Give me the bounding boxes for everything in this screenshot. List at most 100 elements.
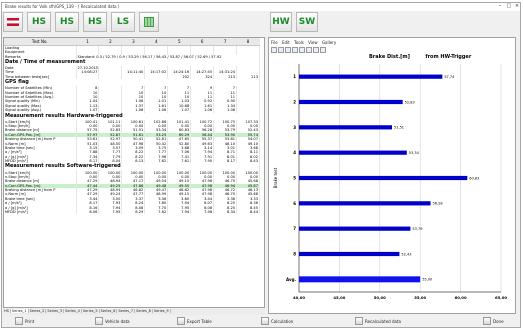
table-cell: 7.95: [98, 209, 123, 215]
x-tick-label: 45,00: [333, 295, 345, 300]
sheet-tab[interactable]: Series_3: [46, 309, 65, 313]
chart-type-icon[interactable]: [285, 47, 291, 53]
category-label: 1: [293, 74, 296, 79]
hs-second-button[interactable]: HS: [83, 12, 107, 32]
data-label: 55,00: [422, 278, 432, 282]
ls-button[interactable]: LS: [111, 12, 135, 32]
3d-icon[interactable]: [320, 47, 326, 53]
section-header: Measurement results Software-triggered: [4, 163, 260, 171]
column-header: 4: [144, 38, 169, 46]
sheet-tab[interactable]: Series_4: [64, 309, 82, 313]
data-label: 53,34: [409, 151, 420, 155]
sheet-tab[interactable]: Series_8: [135, 309, 153, 313]
print-button[interactable]: Print: [15, 316, 34, 326]
brake-distance-chart: 40,00 45,00 50,00 55,00 60,00 65,00 Brake test…: [273, 64, 507, 300]
zoom-icon[interactable]: [299, 47, 305, 53]
category-label: Avg.: [286, 277, 296, 282]
car-icon: [95, 317, 103, 325]
x-tick-label: 65,00: [495, 295, 507, 300]
section-title: Date / Time of measurement: [4, 58, 260, 66]
flag-button[interactable]: [3, 12, 23, 32]
calculation-button[interactable]: Calculation: [261, 316, 293, 326]
column-header: Test No.: [4, 38, 77, 46]
data-label: 57,74: [444, 75, 455, 79]
section-header: Date / Time of measurement: [4, 58, 260, 66]
section-title: Measurement results Software-triggered: [4, 163, 260, 171]
table-cell: 8.34: [213, 209, 238, 215]
bottom-bar: Print Vehicle data Export Table Calculation…: [3, 316, 518, 326]
export-table-button[interactable]: Export Table: [177, 316, 212, 326]
printer-icon: [15, 317, 23, 325]
table-cell: 7.62: [144, 209, 169, 215]
y-axis-label: Brake test: [273, 167, 278, 188]
data-label: 53,79: [412, 227, 422, 231]
color-icon[interactable]: [292, 47, 298, 53]
sheet-tab[interactable]: Series_5: [82, 309, 100, 313]
done-button[interactable]: Done: [483, 316, 504, 326]
vehicle-data-button[interactable]: Vehicle data: [95, 316, 130, 326]
button-label: Vehicle data: [105, 318, 130, 324]
window-title: Brake results for Volk sfh/GPS_139 - ( R…: [5, 4, 120, 9]
menu-edit[interactable]: Edit: [282, 40, 290, 45]
sw-button[interactable]: SW: [296, 12, 318, 32]
bar: [299, 125, 393, 130]
button-label: Print: [25, 318, 35, 324]
bar: [299, 276, 421, 283]
data-label: 52,83: [405, 100, 415, 104]
sheet-tabs: HS Series_1 Series_2 Series_3 Series_4 Series…: [3, 309, 265, 315]
sheet-tab[interactable]: Series_1: [10, 309, 29, 313]
x-tick-label: 55,00: [414, 295, 426, 300]
category-label: 4: [293, 150, 296, 155]
minimize-button[interactable]: –: [496, 4, 504, 9]
category-label: 3: [293, 125, 296, 130]
button-label: Done: [493, 318, 504, 324]
calculator-icon: [261, 317, 269, 325]
section-title: Measurement results Hardware-triggered: [4, 112, 260, 120]
legend-icon[interactable]: [313, 47, 319, 53]
x-tick-label: 40,00: [293, 295, 305, 300]
table-cell: 8.06: [76, 209, 100, 215]
menu-file[interactable]: File: [271, 40, 278, 45]
table-cell: 8.29: [121, 209, 146, 215]
table-header-row: Test No. 1 2 3 4 5 6 7 8: [4, 38, 260, 46]
button-label: Recalculated data: [365, 318, 401, 324]
recalculated-data-button[interactable]: Recalculated data: [355, 316, 401, 326]
table-cell: 7.94: [167, 209, 192, 215]
hs-test-button[interactable]: HS: [55, 12, 79, 32]
sheet-tab[interactable]: HS: [3, 309, 11, 313]
sheet-tab[interactable]: Series_6: [100, 309, 118, 313]
column-header: 8: [236, 38, 260, 46]
sheet-tab[interactable]: Series_2: [29, 309, 47, 313]
column-header: 1: [76, 38, 100, 46]
menu-tools[interactable]: Tools: [294, 40, 304, 45]
copy-icon[interactable]: [271, 47, 277, 53]
hw-button[interactable]: HW: [270, 12, 292, 32]
hs-button[interactable]: HS: [27, 12, 51, 32]
chart-toolbar: [271, 47, 327, 54]
bar: [299, 150, 407, 155]
bar: [299, 175, 468, 181]
bar: [299, 74, 443, 79]
results-table: Test No. 1 2 3 4 5 6 7 8 Loading Equipment Remarks S…: [4, 38, 260, 215]
maximize-button[interactable]: □: [505, 4, 513, 9]
sheet-tab[interactable]: Series_9: [153, 309, 171, 313]
menu-gallery[interactable]: Gallery: [322, 40, 336, 45]
print-icon[interactable]: [278, 47, 284, 53]
sheet-tab[interactable]: Series_7: [117, 309, 136, 313]
table-cell: 7.98: [190, 209, 215, 215]
bar: [299, 99, 403, 105]
column-header: 3: [121, 38, 146, 46]
bar: [299, 226, 411, 231]
column-header: 2: [98, 38, 123, 46]
data-label: 60,83: [469, 176, 479, 180]
button-label: Export Table: [187, 318, 212, 324]
menu-view[interactable]: View: [308, 40, 318, 45]
column-header: 7: [213, 38, 238, 46]
results-table-panel[interactable]: Test No. 1 2 3 4 5 6 7 8 Loading Equipment Remarks S…: [3, 37, 265, 308]
column-header: 6: [190, 38, 215, 46]
grid-toggle-icon[interactable]: [306, 47, 312, 53]
table-row: MFDD [m/s²] 8.06 7.95 8.29 7.62 7.94 7.98 8.34 8…: [4, 209, 260, 215]
close-button[interactable]: ×: [513, 4, 521, 9]
grid-button[interactable]: [139, 12, 159, 32]
bar: [299, 251, 400, 257]
